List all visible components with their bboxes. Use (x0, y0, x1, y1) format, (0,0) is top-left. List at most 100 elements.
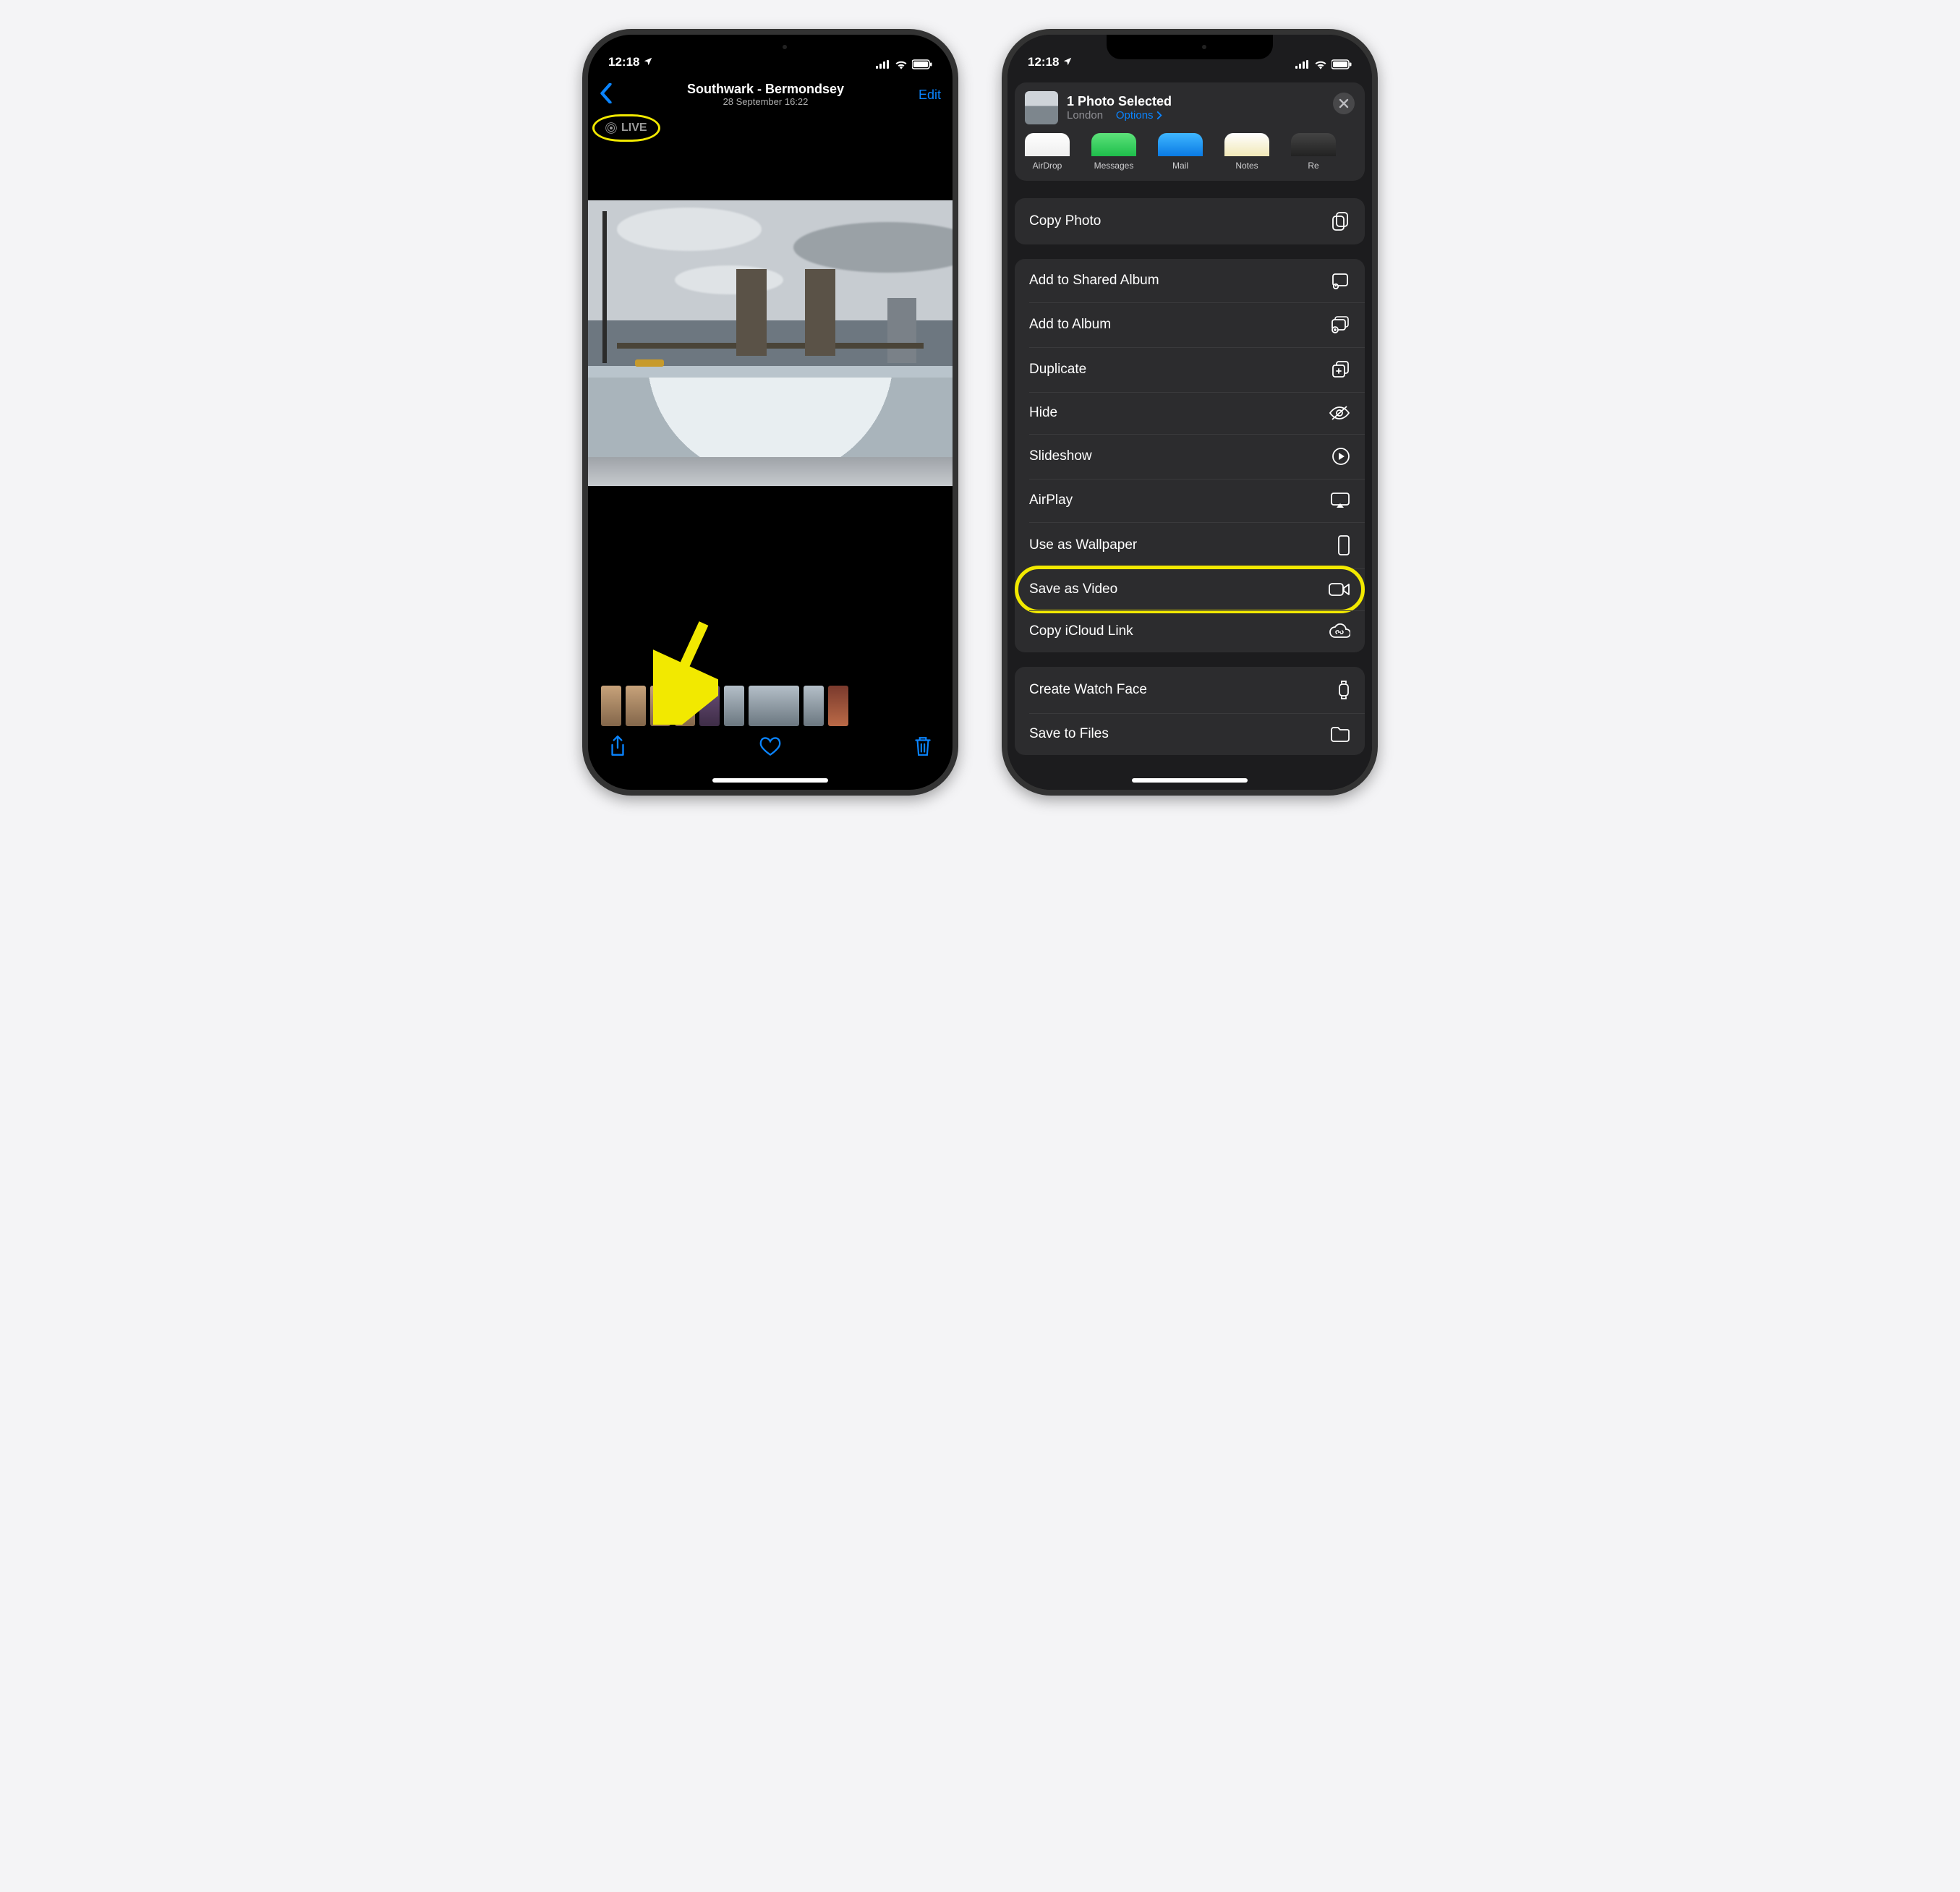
location-icon (643, 56, 653, 67)
battery-icon (1331, 59, 1352, 69)
action-label: Add to Shared Album (1029, 273, 1159, 289)
watch-icon (1337, 680, 1350, 700)
thumbnail[interactable] (699, 686, 720, 726)
cellular-icon (1295, 60, 1310, 69)
folder-icon (1330, 726, 1350, 742)
phone-icon (1337, 535, 1350, 555)
photo-title: Southwark - Bermondsey (687, 82, 844, 97)
battery-icon (912, 59, 932, 69)
app-label: Messages (1094, 161, 1134, 171)
close-button[interactable] (1333, 93, 1355, 114)
live-badge[interactable]: LIVE (600, 120, 653, 136)
live-row: LIVE (588, 117, 953, 140)
action-add-shared-album[interactable]: Add to Shared Album (1015, 259, 1365, 302)
photo-subtitle: 28 September 16:22 (687, 97, 844, 108)
status-right (1295, 59, 1352, 69)
status-right (876, 59, 932, 69)
action-label: Copy iCloud Link (1029, 623, 1133, 639)
app-more[interactable]: Re (1291, 133, 1336, 171)
favorite-button[interactable] (759, 736, 781, 760)
action-airplay[interactable]: AirPlay (1015, 479, 1365, 522)
action-group: Add to Shared Album Add to Album Duplica… (1015, 259, 1365, 652)
photo-image (588, 200, 953, 486)
video-icon (1329, 581, 1350, 597)
status-time: 12:18 (1028, 55, 1073, 69)
app-label: Mail (1172, 161, 1188, 171)
edit-button[interactable]: Edit (919, 88, 941, 103)
home-indicator[interactable] (712, 778, 828, 783)
share-title: 1 Photo Selected (1067, 94, 1172, 109)
action-hide[interactable]: Hide (1015, 392, 1365, 434)
app-label: Notes (1235, 161, 1258, 171)
app-label: AirDrop (1033, 161, 1062, 171)
action-duplicate[interactable]: Duplicate (1015, 347, 1365, 392)
thumbnail[interactable] (601, 686, 621, 726)
app-label: Re (1308, 161, 1318, 171)
chevron-right-icon (1156, 111, 1163, 119)
copy-icon (1331, 211, 1350, 231)
action-slideshow[interactable]: Slideshow (1015, 434, 1365, 479)
action-group: Create Watch Face Save to Files (1015, 667, 1365, 755)
duplicate-icon (1331, 360, 1350, 379)
action-wallpaper[interactable]: Use as Wallpaper (1015, 522, 1365, 568)
share-apps-row[interactable]: AirDrop Messages Mail Notes Re (1015, 133, 1365, 181)
action-label: Copy Photo (1029, 213, 1101, 229)
hide-icon (1329, 405, 1350, 421)
thumbnail[interactable] (675, 686, 695, 726)
wifi-icon (895, 59, 908, 69)
action-label: Hide (1029, 405, 1057, 421)
action-label: Create Watch Face (1029, 682, 1147, 698)
bottom-toolbar (588, 728, 953, 768)
action-label: Use as Wallpaper (1029, 537, 1137, 553)
nav-title-group: Southwark - Bermondsey 28 September 16:2… (687, 82, 844, 108)
share-button[interactable] (608, 735, 627, 762)
thumbnail[interactable] (804, 686, 824, 726)
thumbnail[interactable] (724, 686, 744, 726)
action-save-as-video[interactable]: Save as Video (1015, 568, 1365, 610)
share-header: 1 Photo Selected London Options (1015, 82, 1365, 133)
chevron-left-icon (600, 83, 613, 103)
thumbnail[interactable] (828, 686, 848, 726)
share-location: London (1067, 109, 1103, 122)
album-icon (1330, 315, 1350, 334)
nav-bar: Southwark - Bermondsey 28 September 16:2… (588, 72, 953, 117)
back-button[interactable] (600, 83, 613, 107)
action-save-to-files[interactable]: Save to Files (1015, 713, 1365, 755)
shared-album-icon (1330, 272, 1350, 289)
thumbnail-current[interactable] (749, 686, 799, 726)
action-copy-icloud-link[interactable]: Copy iCloud Link (1015, 610, 1365, 652)
trash-icon (913, 736, 932, 757)
close-icon (1339, 98, 1349, 108)
screen-right: 12:18 1 Photo Selected London Options (1007, 35, 1372, 790)
action-label: Slideshow (1029, 448, 1092, 464)
delete-button[interactable] (913, 736, 932, 761)
action-create-watch-face[interactable]: Create Watch Face (1015, 667, 1365, 713)
app-messages[interactable]: Messages (1091, 133, 1136, 171)
wifi-icon (1314, 59, 1327, 69)
notch (687, 35, 853, 59)
live-icon (605, 122, 617, 134)
thumbnail[interactable] (626, 686, 646, 726)
action-copy-photo[interactable]: Copy Photo (1015, 198, 1365, 244)
action-add-album[interactable]: Add to Album (1015, 302, 1365, 347)
photo-area[interactable] (588, 140, 953, 545)
share-options-button[interactable]: Options (1116, 109, 1163, 122)
cellular-icon (876, 60, 890, 69)
phone-right: 12:18 1 Photo Selected London Options (1002, 29, 1378, 796)
icloud-link-icon (1329, 623, 1350, 639)
location-icon (1062, 56, 1073, 67)
airplay-icon (1330, 492, 1350, 509)
screen-left: 12:18 Southwark - Bermondsey 28 Septembe… (588, 35, 953, 790)
action-label: Duplicate (1029, 362, 1086, 378)
thumbnail[interactable] (650, 686, 670, 726)
action-label: Save to Files (1029, 726, 1109, 742)
thumbnail-strip[interactable] (588, 686, 953, 726)
action-label: Save as Video (1029, 581, 1117, 597)
app-mail[interactable]: Mail (1158, 133, 1203, 171)
play-circle-icon (1331, 447, 1350, 466)
app-notes[interactable]: Notes (1224, 133, 1269, 171)
app-airdrop[interactable]: AirDrop (1025, 133, 1070, 171)
action-group: Copy Photo (1015, 198, 1365, 244)
action-label: AirPlay (1029, 493, 1073, 508)
home-indicator[interactable] (1132, 778, 1248, 783)
